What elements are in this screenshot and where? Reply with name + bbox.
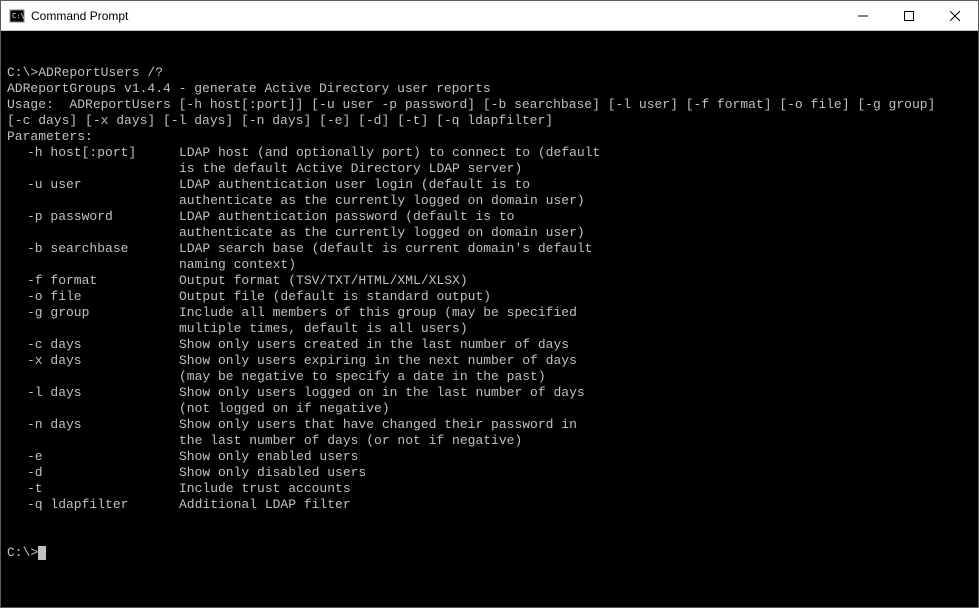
param-row: -g groupInclude all members of this grou… xyxy=(7,305,972,321)
prompt: C:\> xyxy=(7,65,38,80)
param-desc-cont: authenticate as the currently logged on … xyxy=(7,225,972,241)
prompt: C:\> xyxy=(7,545,38,560)
param-desc: LDAP authentication password (default is… xyxy=(179,209,972,225)
param-desc: Show only enabled users xyxy=(179,449,972,465)
param-row: -h host[:port]LDAP host (and optionally … xyxy=(7,145,972,161)
param-flag: -n days xyxy=(7,417,179,433)
param-desc-cont: multiple times, default is all users) xyxy=(7,321,972,337)
blank-line xyxy=(7,513,972,529)
param-row: -u userLDAP authentication user login (d… xyxy=(7,177,972,193)
param-row: -f formatOutput format (TSV/TXT/HTML/XML… xyxy=(7,273,972,289)
param-desc-cont: is the default Active Directory LDAP ser… xyxy=(7,161,972,177)
minimize-button[interactable] xyxy=(840,1,886,30)
param-flag: -l days xyxy=(7,385,179,401)
param-flag: -b searchbase xyxy=(7,241,179,257)
param-flag: -u user xyxy=(7,177,179,193)
app-icon: C:\ xyxy=(9,8,25,24)
window-title: Command Prompt xyxy=(31,9,840,23)
param-flag: -q ldapfilter xyxy=(7,497,179,513)
cursor xyxy=(38,546,46,560)
param-flag: -x days xyxy=(7,353,179,369)
prompt-idle: C:\> xyxy=(7,545,972,561)
titlebar[interactable]: C:\ Command Prompt xyxy=(1,1,978,31)
param-desc: Show only users that have changed their … xyxy=(179,417,972,433)
param-desc: Additional LDAP filter xyxy=(179,497,972,513)
param-desc: Show only users logged on in the last nu… xyxy=(179,385,972,401)
command-line: C:\>ADReportUsers /? xyxy=(7,65,972,81)
close-button[interactable] xyxy=(932,1,978,30)
param-flag: -p password xyxy=(7,209,179,225)
param-flag: -o file xyxy=(7,289,179,305)
terminal-content: C:\>ADReportUsers /?ADReportGroups v1.4.… xyxy=(7,65,972,561)
param-desc-cont: (not logged on if negative) xyxy=(7,401,972,417)
param-row: -b searchbaseLDAP search base (default i… xyxy=(7,241,972,257)
param-row: -q ldapfilterAdditional LDAP filter xyxy=(7,497,972,513)
param-flag: -h host[:port] xyxy=(7,145,179,161)
param-desc: Output format (TSV/TXT/HTML/XML/XLSX) xyxy=(179,273,972,289)
param-desc: Show only users expiring in the next num… xyxy=(179,353,972,369)
usage-line: [-c days] [-x days] [-l days] [-n days] … xyxy=(7,113,972,129)
param-desc-cont: the last number of days (or not if negat… xyxy=(7,433,972,449)
maximize-button[interactable] xyxy=(886,1,932,30)
svg-text:C:\: C:\ xyxy=(12,12,25,20)
param-row: -dShow only disabled users xyxy=(7,465,972,481)
param-desc: Include trust accounts xyxy=(179,481,972,497)
command-text: ADReportUsers /? xyxy=(38,65,163,80)
param-desc: LDAP search base (default is current dom… xyxy=(179,241,972,257)
param-row: -p passwordLDAP authentication password … xyxy=(7,209,972,225)
param-row: -o fileOutput file (default is standard … xyxy=(7,289,972,305)
param-desc: Include all members of this group (may b… xyxy=(179,305,972,321)
param-row: -l daysShow only users logged on in the … xyxy=(7,385,972,401)
param-desc: LDAP authentication user login (default … xyxy=(179,177,972,193)
param-desc-cont: authenticate as the currently logged on … xyxy=(7,193,972,209)
blank-line xyxy=(7,529,972,545)
param-flag: -f format xyxy=(7,273,179,289)
window-controls xyxy=(840,1,978,30)
window-frame: C:\ Command Prompt C:\>ADReportUsers /?A… xyxy=(0,0,979,608)
program-header: ADReportGroups v1.4.4 - generate Active … xyxy=(7,81,972,97)
parameters-label: Parameters: xyxy=(7,129,972,145)
param-desc: Output file (default is standard output) xyxy=(179,289,972,305)
param-desc-cont: naming context) xyxy=(7,257,972,273)
param-row: -n daysShow only users that have changed… xyxy=(7,417,972,433)
terminal-body[interactable]: C:\>ADReportUsers /?ADReportGroups v1.4.… xyxy=(1,31,978,607)
param-row: -x daysShow only users expiring in the n… xyxy=(7,353,972,369)
param-row: -c daysShow only users created in the la… xyxy=(7,337,972,353)
param-row: -eShow only enabled users xyxy=(7,449,972,465)
param-desc-cont: (may be negative to specify a date in th… xyxy=(7,369,972,385)
param-flag: -t xyxy=(7,481,179,497)
param-flag: -g group xyxy=(7,305,179,321)
param-desc: Show only disabled users xyxy=(179,465,972,481)
param-desc: LDAP host (and optionally port) to conne… xyxy=(179,145,972,161)
param-flag: -c days xyxy=(7,337,179,353)
param-row: -tInclude trust accounts xyxy=(7,481,972,497)
param-flag: -e xyxy=(7,449,179,465)
param-desc: Show only users created in the last numb… xyxy=(179,337,972,353)
usage-line: Usage: ADReportUsers [-h host[:port]] [-… xyxy=(7,97,972,113)
param-flag: -d xyxy=(7,465,179,481)
